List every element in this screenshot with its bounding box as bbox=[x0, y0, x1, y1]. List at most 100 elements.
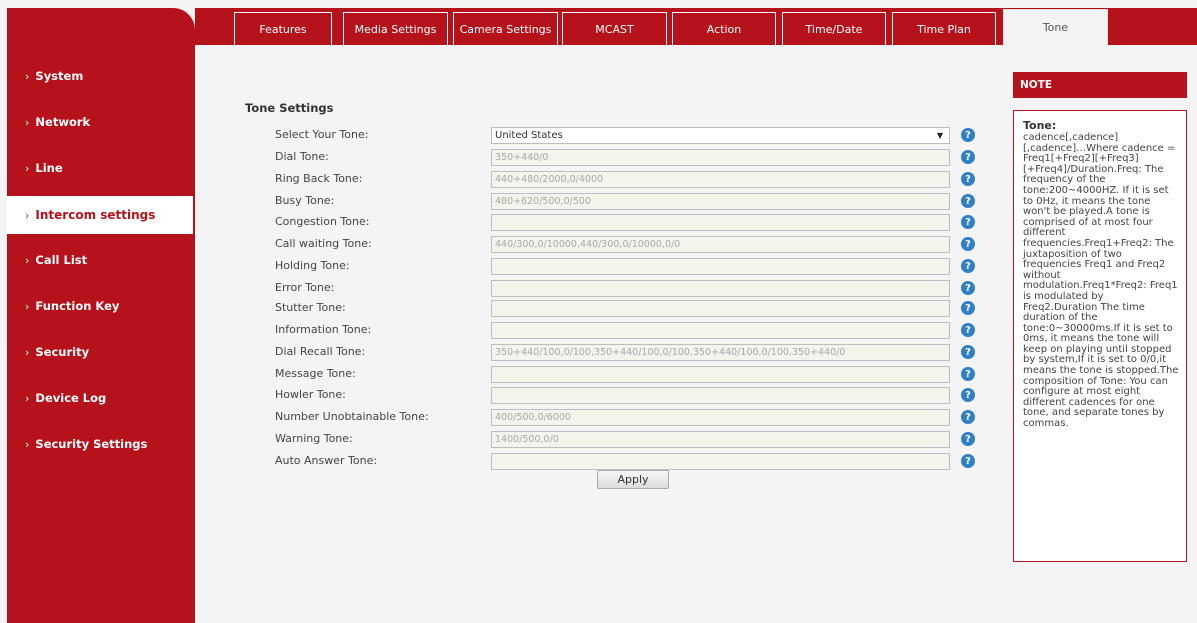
busy-tone-input[interactable]: 480+620/500,0/500 bbox=[491, 193, 950, 210]
sidebar-item-network[interactable]: › Network bbox=[7, 103, 195, 141]
tab-features[interactable]: Features bbox=[234, 12, 332, 45]
dial-recall-tone-input[interactable]: 350+440/100,0/100,350+440/100,0/100,350+… bbox=[491, 344, 950, 361]
field-label: Call waiting Tone: bbox=[275, 237, 372, 250]
note-header: NOTE bbox=[1013, 72, 1187, 98]
sidebar-item-function-key[interactable]: › Function Key bbox=[7, 287, 195, 325]
tone-row-auto-answer: Auto Answer Tone: ? bbox=[275, 453, 985, 471]
chevron-right-icon: › bbox=[25, 253, 30, 267]
tone-row-number-unobtainable: Number Unobtainable Tone: 400/500,0/6000… bbox=[275, 409, 985, 427]
warning-tone-input[interactable]: 1400/500,0/0 bbox=[491, 431, 950, 448]
chevron-right-icon: › bbox=[25, 161, 30, 175]
apply-button[interactable]: Apply bbox=[597, 470, 669, 489]
sidebar-item-intercom-settings[interactable]: › Intercom settings bbox=[7, 196, 193, 234]
tone-row-ring-back: Ring Back Tone: 440+480/2000,0/4000 ? bbox=[275, 171, 985, 189]
help-icon[interactable]: ? bbox=[961, 301, 975, 315]
help-icon[interactable]: ? bbox=[961, 454, 975, 468]
help-icon[interactable]: ? bbox=[961, 128, 975, 142]
sidebar-item-call-list[interactable]: › Call List bbox=[7, 241, 195, 279]
tone-row-information: Information Tone: ? bbox=[275, 322, 985, 340]
note-title: Tone: bbox=[1023, 119, 1057, 132]
dial-tone-input[interactable]: 350+440/0 bbox=[491, 149, 950, 166]
sidebar-item-label: Call List bbox=[35, 253, 88, 267]
sidebar-item-label: Network bbox=[35, 115, 91, 129]
error-tone-input[interactable] bbox=[491, 280, 950, 297]
tab-tone[interactable]: Tone bbox=[1003, 9, 1108, 45]
number-unobtainable-tone-input[interactable]: 400/500,0/6000 bbox=[491, 409, 950, 426]
field-label: Congestion Tone: bbox=[275, 215, 370, 228]
ring-back-tone-input[interactable]: 440+480/2000,0/4000 bbox=[491, 171, 950, 188]
sidebar: › System › Network › Line › Intercom set… bbox=[7, 8, 195, 623]
sidebar-item-device-log[interactable]: › Device Log bbox=[7, 379, 195, 417]
section-title: Tone Settings bbox=[245, 101, 334, 115]
sidebar-item-security-settings[interactable]: › Security Settings bbox=[7, 425, 195, 463]
tone-select[interactable]: United States ▼ bbox=[491, 127, 950, 144]
congestion-tone-input[interactable] bbox=[491, 214, 950, 231]
note-panel: Tone: cadence[,cadence][,cadence]…Where … bbox=[1013, 110, 1187, 562]
field-label: Number Unobtainable Tone: bbox=[275, 410, 429, 423]
sidebar-item-label: Security Settings bbox=[35, 437, 148, 451]
sidebar-item-label: Security bbox=[35, 345, 90, 359]
tone-row-howler: Howler Tone: ? bbox=[275, 387, 985, 405]
auto-answer-tone-input[interactable] bbox=[491, 453, 950, 470]
help-icon[interactable]: ? bbox=[961, 432, 975, 446]
chevron-right-icon: › bbox=[25, 299, 30, 313]
howler-tone-input[interactable] bbox=[491, 387, 950, 404]
help-icon[interactable]: ? bbox=[961, 172, 975, 186]
tone-select-value: United States bbox=[495, 130, 563, 141]
help-icon[interactable]: ? bbox=[961, 281, 975, 295]
help-icon[interactable]: ? bbox=[961, 215, 975, 229]
sidebar-item-label: Line bbox=[35, 161, 63, 175]
sidebar-item-security[interactable]: › Security bbox=[7, 333, 195, 371]
help-icon[interactable]: ? bbox=[961, 194, 975, 208]
field-label: Information Tone: bbox=[275, 323, 372, 336]
field-label: Howler Tone: bbox=[275, 388, 346, 401]
help-icon[interactable]: ? bbox=[961, 323, 975, 337]
tone-row-holding: Holding Tone: ? bbox=[275, 258, 985, 276]
tab-time-date[interactable]: Time/Date bbox=[782, 12, 886, 45]
help-icon[interactable]: ? bbox=[961, 388, 975, 402]
sidebar-item-system[interactable]: › System bbox=[7, 57, 195, 95]
sidebar-item-label: Function Key bbox=[35, 299, 120, 313]
chevron-right-icon: › bbox=[25, 69, 30, 83]
call-waiting-tone-input[interactable]: 440/300,0/10000,440/300,0/10000,0/0 bbox=[491, 236, 950, 253]
field-label: Dial Recall Tone: bbox=[275, 345, 366, 358]
field-label: Message Tone: bbox=[275, 367, 356, 380]
sidebar-item-label: Device Log bbox=[35, 391, 107, 405]
tone-row-error: Error Tone: ? bbox=[275, 280, 985, 298]
stutter-tone-input[interactable] bbox=[491, 300, 950, 317]
chevron-right-icon: › bbox=[25, 208, 30, 222]
help-icon[interactable]: ? bbox=[961, 345, 975, 359]
tab-action[interactable]: Action bbox=[672, 12, 776, 45]
note-text: cadence[,cadence][,cadence]…Where cadenc… bbox=[1023, 132, 1179, 430]
tab-camera-settings[interactable]: Camera Settings bbox=[453, 12, 558, 45]
tone-row-stutter: Stutter Tone: ? bbox=[275, 300, 985, 318]
sidebar-item-label: System bbox=[35, 69, 84, 83]
help-icon[interactable]: ? bbox=[961, 259, 975, 273]
tone-row-warning: Warning Tone: 1400/500,0/0 ? bbox=[275, 431, 985, 449]
message-tone-input[interactable] bbox=[491, 366, 950, 383]
help-icon[interactable]: ? bbox=[961, 410, 975, 424]
help-icon[interactable]: ? bbox=[961, 367, 975, 381]
tone-row-busy: Busy Tone: 480+620/500,0/500 ? bbox=[275, 193, 985, 211]
chevron-right-icon: › bbox=[25, 345, 30, 359]
tab-media-settings[interactable]: Media Settings bbox=[343, 12, 448, 45]
tone-row-congestion: Congestion Tone: ? bbox=[275, 214, 985, 232]
field-label: Stutter Tone: bbox=[275, 301, 346, 314]
sidebar-item-line[interactable]: › Line bbox=[7, 149, 195, 187]
information-tone-input[interactable] bbox=[491, 322, 950, 339]
chevron-right-icon: › bbox=[25, 391, 30, 405]
tone-row-select: Select Your Tone: United States ▼ ? bbox=[275, 127, 985, 145]
field-label: Auto Answer Tone: bbox=[275, 454, 378, 467]
tone-row-dial-recall: Dial Recall Tone: 350+440/100,0/100,350+… bbox=[275, 344, 985, 362]
help-icon[interactable]: ? bbox=[961, 150, 975, 164]
holding-tone-input[interactable] bbox=[491, 258, 950, 275]
tab-mcast[interactable]: MCAST bbox=[562, 12, 667, 45]
field-label: Dial Tone: bbox=[275, 150, 329, 163]
chevron-right-icon: › bbox=[25, 437, 30, 451]
field-label: Ring Back Tone: bbox=[275, 172, 363, 185]
tab-time-plan[interactable]: Time Plan bbox=[892, 12, 996, 45]
field-label: Warning Tone: bbox=[275, 432, 353, 445]
sidebar-item-label: Intercom settings bbox=[35, 208, 156, 222]
help-icon[interactable]: ? bbox=[961, 237, 975, 251]
field-label: Select Your Tone: bbox=[275, 128, 369, 141]
